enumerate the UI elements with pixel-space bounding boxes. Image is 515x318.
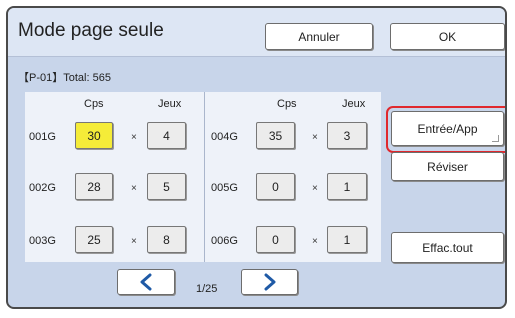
cps-cell-001g[interactable]: 30 bbox=[75, 122, 113, 149]
multiply-sign: × bbox=[312, 132, 318, 143]
multiply-sign: × bbox=[312, 236, 318, 247]
cps-cell-006g[interactable]: 0 bbox=[256, 226, 295, 253]
row-label-001g: 001G bbox=[29, 131, 56, 143]
jeux-cell-006g[interactable]: 1 bbox=[327, 226, 367, 253]
row-label-002g: 002G bbox=[29, 182, 56, 194]
cps-cell-003g[interactable]: 25 bbox=[75, 226, 113, 253]
multiply-sign: × bbox=[131, 132, 137, 143]
ok-button[interactable]: OK bbox=[390, 23, 505, 50]
row-label-004g: 004G bbox=[211, 131, 238, 143]
jeux-cell-003g[interactable]: 8 bbox=[147, 226, 186, 253]
title-bar: Mode page seule Annuler OK bbox=[8, 8, 505, 57]
multiply-sign: × bbox=[312, 183, 318, 194]
chevron-right-icon bbox=[264, 273, 275, 291]
dialog-window: Mode page seule Annuler OK 【P-01】Total: … bbox=[6, 6, 507, 309]
right-cps-header: Cps bbox=[277, 98, 297, 110]
total-label: 【P-01】Total: 565 bbox=[18, 72, 111, 84]
chevron-left-icon bbox=[140, 273, 152, 291]
jeux-cell-005g[interactable]: 1 bbox=[327, 173, 367, 200]
cps-cell-004g[interactable]: 35 bbox=[256, 122, 295, 149]
resize-grip-icon bbox=[492, 135, 499, 142]
left-jeux-header: Jeux bbox=[158, 98, 182, 110]
entry-append-button[interactable]: Entrée/App bbox=[391, 111, 504, 146]
row-label-003g: 003G bbox=[29, 235, 56, 247]
cps-cell-005g[interactable]: 0 bbox=[256, 173, 295, 200]
prev-page-button[interactable] bbox=[117, 269, 175, 295]
multiply-sign: × bbox=[131, 236, 137, 247]
cps-cell-002g[interactable]: 28 bbox=[75, 173, 113, 200]
jeux-cell-001g[interactable]: 4 bbox=[147, 122, 186, 149]
dialog-title: Mode page seule bbox=[18, 20, 164, 41]
review-button[interactable]: Réviser bbox=[391, 152, 504, 181]
row-label-006g: 006G bbox=[211, 235, 238, 247]
row-label-005g: 005G bbox=[211, 182, 238, 194]
multiply-sign: × bbox=[131, 183, 137, 194]
left-cps-header: Cps bbox=[84, 98, 104, 110]
entry-append-label: Entrée/App bbox=[417, 121, 478, 136]
cancel-button[interactable]: Annuler bbox=[265, 23, 373, 50]
column-divider bbox=[204, 92, 205, 262]
jeux-cell-004g[interactable]: 3 bbox=[327, 122, 367, 149]
next-page-button[interactable] bbox=[241, 269, 298, 295]
clear-all-button[interactable]: Effac.tout bbox=[391, 232, 504, 263]
jeux-cell-002g[interactable]: 5 bbox=[147, 173, 186, 200]
right-jeux-header: Jeux bbox=[342, 98, 366, 110]
page-indicator: 1/25 bbox=[196, 283, 218, 295]
